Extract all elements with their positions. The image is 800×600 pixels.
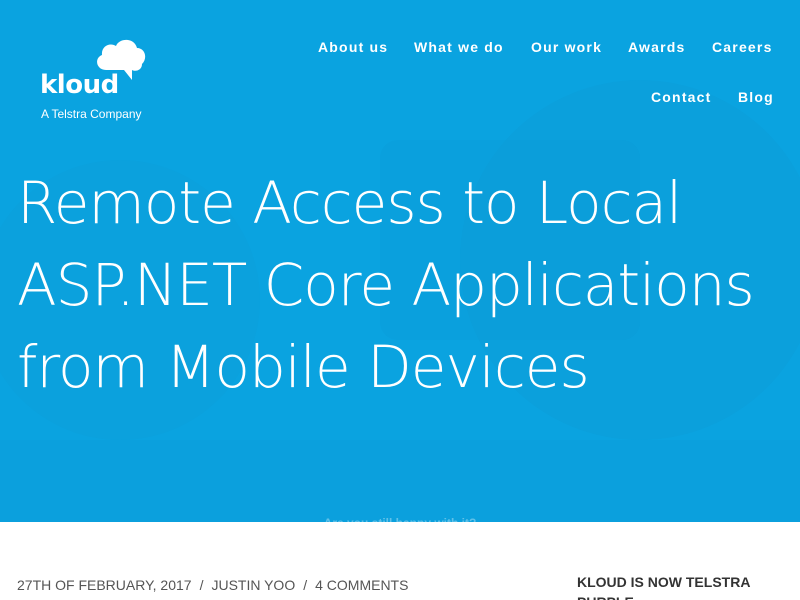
post-meta: 27TH OF FEBRUARY, 2017 / JUSTIN YOO / 4 COMM…: [17, 577, 408, 593]
nav-item-contact[interactable]: Contact: [651, 89, 712, 105]
meta-separator: /: [303, 577, 308, 593]
nav-item-awards[interactable]: Awards: [628, 39, 686, 55]
post-content-area: 27TH OF FEBRUARY, 2017 / JUSTIN YOO / 4 COMM…: [0, 522, 800, 600]
nav-item-our-work[interactable]: Our work: [531, 39, 602, 55]
hero-banner: kloud A Telstra Company About us What we…: [0, 0, 800, 522]
post-date: 27TH OF FEBRUARY, 2017: [17, 577, 192, 593]
post-author-link[interactable]: JUSTIN YOO: [211, 577, 295, 593]
meta-separator: /: [199, 577, 204, 593]
post-title: Remote Access to Local ASP.NET Core Appl…: [17, 169, 755, 401]
nav-item-blog[interactable]: Blog: [738, 89, 774, 105]
sidebar-heading: KLOUD IS NOW TELSTRA PURPLE: [577, 574, 750, 600]
logo-tagline: A Telstra Company: [41, 107, 142, 121]
main-navigation: About us What we do Our work Awards Care…: [280, 0, 800, 120]
kloud-logo[interactable]: kloud A Telstra Company: [40, 36, 170, 126]
post-comments-link[interactable]: 4 COMMENTS: [315, 577, 408, 593]
nav-item-what-we-do[interactable]: What we do: [414, 39, 504, 55]
logo-wordmark: kloud: [40, 70, 119, 100]
nav-item-about-us[interactable]: About us: [318, 39, 388, 55]
nav-item-careers[interactable]: Careers: [712, 39, 773, 55]
